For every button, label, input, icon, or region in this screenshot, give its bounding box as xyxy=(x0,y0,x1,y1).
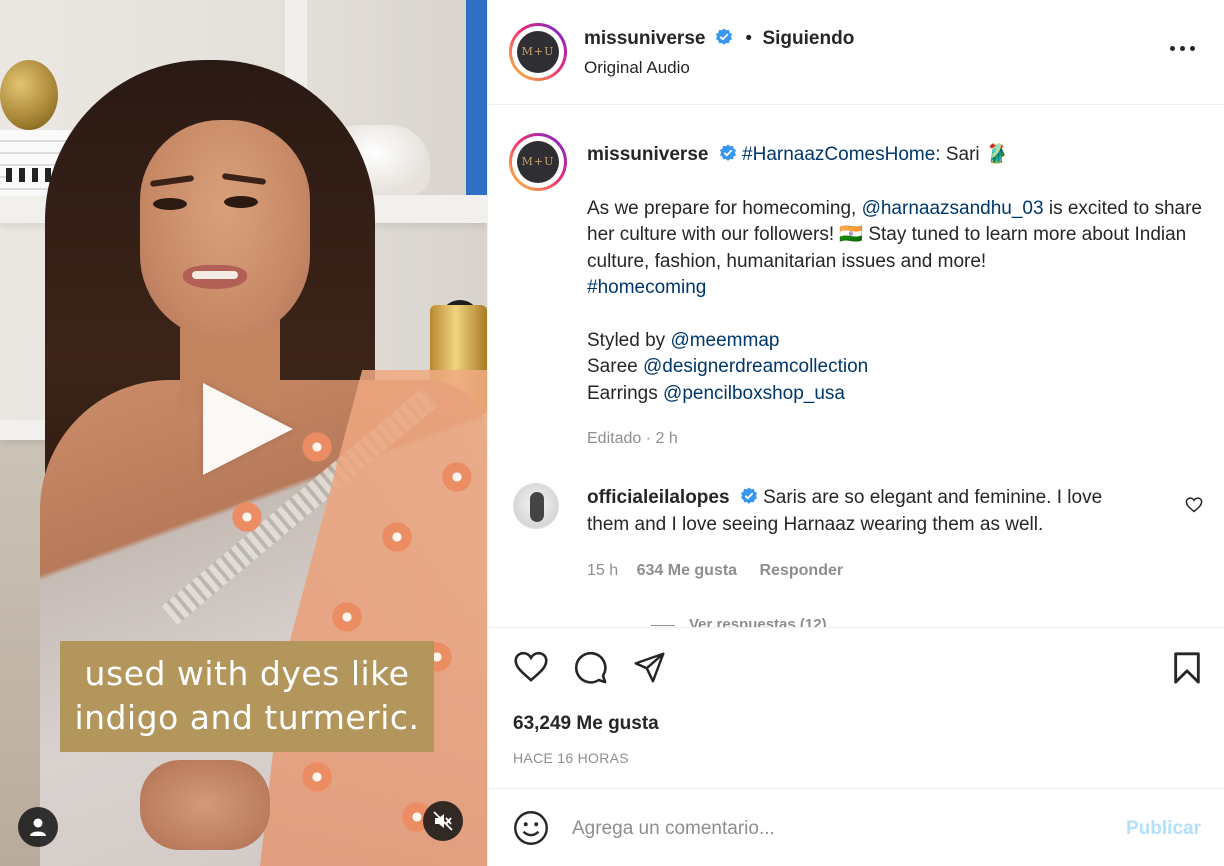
caption-avatar[interactable]: M+U xyxy=(509,133,567,191)
heart-icon[interactable] xyxy=(1185,497,1203,513)
verified-icon xyxy=(719,144,736,161)
video-player[interactable]: used with dyes like indigo and turmeric. xyxy=(0,0,487,866)
bookmark-icon[interactable] xyxy=(1172,651,1202,685)
mute-button[interactable] xyxy=(423,801,463,841)
video-subtitle-line2: indigo and turmeric. xyxy=(74,698,420,737)
actions-bar: 63,249 Me gusta HACE 16 HORAS xyxy=(488,629,1224,789)
mention-link[interactable]: @designerdreamcollection xyxy=(643,356,868,377)
caption-paragraph: As we prepare for homecoming, @harnaazsa… xyxy=(587,196,1207,302)
reply-button[interactable]: Responder xyxy=(760,562,844,579)
verified-icon xyxy=(740,487,757,504)
emoji-icon[interactable] xyxy=(513,810,549,846)
user-tag-icon xyxy=(30,818,46,836)
comment-meta: 15 h 634 Me gusta Responder xyxy=(587,562,861,580)
edited-timestamp: Editado · 2 h xyxy=(587,430,678,447)
comments-area[interactable]: M+U missuniverse #HarnaazComesHome: Sari… xyxy=(488,106,1224,628)
share-icon[interactable] xyxy=(633,651,666,684)
post-timestamp: HACE 16 HORAS xyxy=(513,750,629,766)
caption-p1-before: As we prepare for homecoming, xyxy=(587,197,862,219)
mention-link[interactable]: @meemmap xyxy=(670,330,779,351)
publish-button[interactable]: Publicar xyxy=(1126,818,1201,840)
header-username[interactable]: missuniverse xyxy=(584,28,705,49)
avatar[interactable]: M+U xyxy=(509,23,567,81)
more-options-icon[interactable] xyxy=(1170,43,1196,53)
video-subtitle: used with dyes like indigo and turmeric. xyxy=(60,641,434,752)
post-caption: missuniverse #HarnaazComesHome: Sari 🥻 A… xyxy=(587,142,1207,453)
comment-body: officialeilalopes Saris are so elegant a… xyxy=(587,484,1147,538)
comment-composer: Publicar xyxy=(488,790,1224,866)
original-audio-link[interactable]: Original Audio xyxy=(584,58,690,78)
tagged-users-button[interactable] xyxy=(18,807,58,847)
comment-time: 15 h xyxy=(587,562,619,579)
credits: Styled by @meemmap Saree @designerdreamc… xyxy=(587,328,1207,408)
view-replies-button[interactable]: Ver respuestas (12) xyxy=(651,616,827,627)
heart-icon[interactable] xyxy=(513,651,549,683)
caption-username[interactable]: missuniverse xyxy=(587,144,708,165)
hashtag-link[interactable]: #homecoming xyxy=(587,277,706,298)
comment-username[interactable]: officialeilalopes xyxy=(587,487,730,508)
earrings-label: Earrings xyxy=(587,382,664,404)
comment-input[interactable] xyxy=(572,814,1092,844)
play-icon[interactable] xyxy=(203,383,293,475)
following-button[interactable]: Siguiendo xyxy=(762,28,854,49)
mention-link[interactable]: @harnaazsandhu_03 xyxy=(862,198,1044,219)
post-header: M+U missuniverse • Siguiendo Original Au… xyxy=(488,0,1224,105)
header-separator: • xyxy=(745,28,753,49)
comment-icon[interactable] xyxy=(573,650,608,685)
comment-likes[interactable]: 634 Me gusta xyxy=(637,562,737,579)
styled-label: Styled by xyxy=(587,329,671,351)
header-line: missuniverse • Siguiendo xyxy=(584,28,854,50)
saree-label: Saree xyxy=(587,356,643,377)
hashtag-link[interactable]: #HarnaazComesHome xyxy=(742,144,935,165)
mention-link[interactable]: @pencilboxshop_usa xyxy=(663,383,845,404)
video-subtitle-line1: used with dyes like xyxy=(84,654,410,693)
comment-avatar[interactable] xyxy=(513,483,559,529)
avatar-logo: M+U xyxy=(517,31,559,73)
caption-title-rest: : Sari 🥻 xyxy=(935,144,1009,165)
verified-icon xyxy=(715,28,732,45)
post-panel: M+U missuniverse • Siguiendo Original Au… xyxy=(487,0,1224,866)
mute-icon xyxy=(433,811,453,831)
caption-title-line: missuniverse #HarnaazComesHome: Sari 🥻 xyxy=(587,142,1207,169)
likes-count[interactable]: 63,249 Me gusta xyxy=(513,713,659,735)
caption-avatar-logo: M+U xyxy=(517,141,559,183)
